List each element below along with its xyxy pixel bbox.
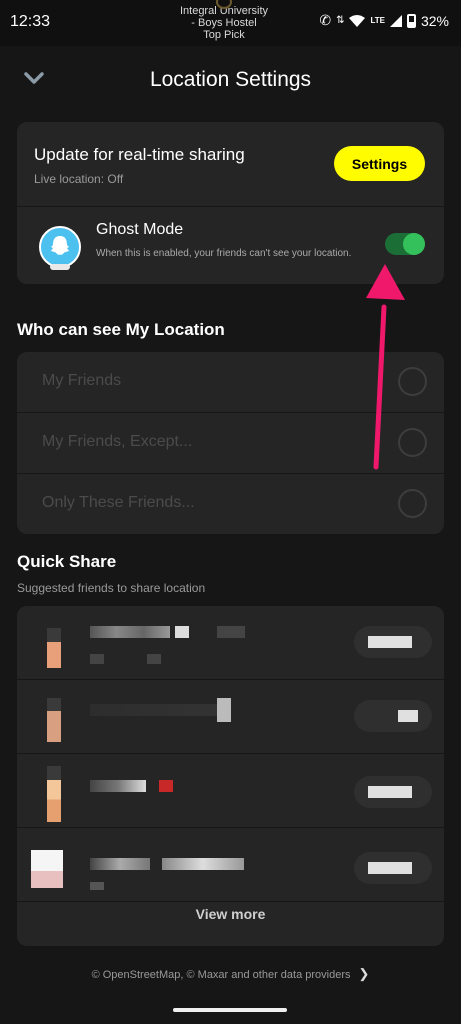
quick-share-subtitle: Suggested friends to share location bbox=[17, 581, 206, 595]
ghost-mode-title: Ghost Mode bbox=[96, 221, 184, 238]
wifi-call-icon: ✆ bbox=[319, 12, 332, 28]
redacted-subtitle bbox=[90, 654, 104, 664]
settings-button[interactable]: Settings bbox=[334, 146, 425, 181]
avatar bbox=[47, 698, 61, 742]
home-indicator[interactable] bbox=[173, 1008, 287, 1012]
list-item[interactable] bbox=[17, 754, 444, 827]
status-icons: ✆ ⇅ LTE 32% bbox=[319, 12, 449, 29]
share-button[interactable] bbox=[354, 700, 432, 732]
page-title: Location Settings bbox=[149, 68, 312, 91]
share-button[interactable] bbox=[354, 776, 432, 808]
ghost-avatar-icon bbox=[39, 226, 81, 270]
arrow-annotation-icon bbox=[366, 264, 405, 470]
list-item[interactable] bbox=[17, 680, 444, 753]
redacted-label bbox=[368, 786, 412, 798]
redacted-subtitle bbox=[90, 882, 104, 890]
signal-icon bbox=[389, 14, 402, 27]
redacted-subtitle bbox=[147, 654, 161, 664]
share-button[interactable] bbox=[354, 626, 432, 658]
ghost-mode-description: When this is enabled, your friends can't… bbox=[96, 248, 352, 259]
status-bar: 12:33 Integral University - Boys Hostel … bbox=[0, 0, 461, 46]
redacted-name bbox=[162, 858, 244, 870]
ghost-mode-toggle[interactable] bbox=[385, 233, 425, 255]
sharing-title: Update for real-time sharing bbox=[34, 145, 245, 164]
quick-share-list: View more bbox=[17, 606, 444, 946]
divider bbox=[17, 206, 444, 207]
redacted-name bbox=[217, 698, 231, 722]
battery-icon bbox=[406, 13, 416, 28]
chevron-right-icon: ❯ bbox=[358, 966, 370, 981]
network-type: LTE bbox=[370, 16, 385, 25]
battery-percent: 32% bbox=[420, 12, 449, 29]
redacted-name bbox=[159, 780, 173, 792]
avatar bbox=[47, 766, 61, 822]
live-location-status: Live location: Off bbox=[34, 172, 124, 186]
sharing-card: Update for real-time sharing Live locati… bbox=[17, 122, 444, 284]
list-item[interactable] bbox=[17, 828, 444, 901]
map-attribution[interactable]: © OpenStreetMap, © Maxar and other data … bbox=[0, 966, 461, 982]
redacted-name bbox=[90, 858, 150, 870]
avatar bbox=[31, 850, 63, 888]
redacted-label bbox=[368, 862, 412, 874]
view-more-button[interactable]: View more bbox=[17, 906, 444, 922]
redacted-label bbox=[368, 636, 412, 648]
radio-button[interactable] bbox=[398, 489, 427, 518]
wifi-icon bbox=[349, 14, 366, 27]
redacted-name bbox=[175, 626, 189, 638]
share-button[interactable] bbox=[354, 852, 432, 884]
redacted-label bbox=[398, 710, 418, 722]
visibility-heading: Who can see My Location bbox=[17, 320, 225, 339]
option-only-these-friends[interactable]: Only These Friends... bbox=[17, 474, 444, 534]
redacted-name bbox=[217, 626, 245, 638]
redacted-name bbox=[90, 704, 220, 716]
status-time: 12:33 bbox=[10, 13, 51, 30]
quick-share-heading: Quick Share bbox=[17, 552, 117, 571]
avatar bbox=[47, 628, 61, 668]
list-item[interactable] bbox=[17, 606, 444, 679]
redacted-name bbox=[90, 626, 170, 638]
toggle-knob bbox=[403, 233, 425, 255]
divider bbox=[17, 901, 444, 902]
map-place-label: Integral University - Boys Hostel Top Pi… bbox=[164, 0, 284, 41]
header: Location Settings bbox=[0, 46, 461, 114]
redacted-name bbox=[90, 780, 146, 792]
data-arrows-icon: ⇅ bbox=[336, 15, 345, 26]
